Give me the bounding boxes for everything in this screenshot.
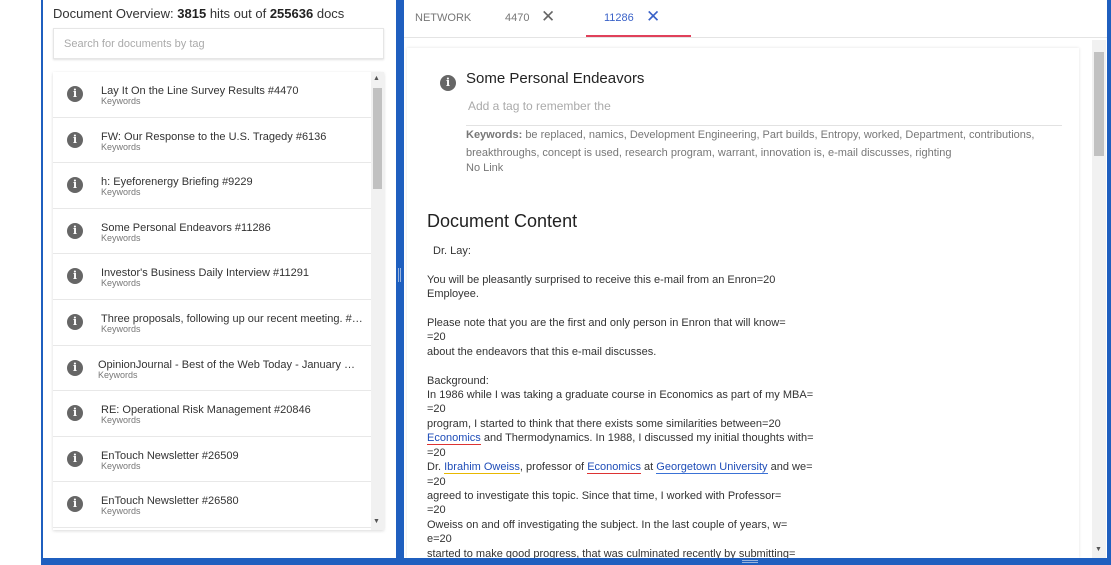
info-icon[interactable]: i (67, 222, 83, 239)
info-icon[interactable]: i (67, 405, 83, 422)
entity-link-economics[interactable]: Economics (587, 461, 641, 475)
document-detail-pane: NETWORK 4470 ✕ 11286 ✕ i Some Personal E… (404, 0, 1107, 558)
document-detail-card: i Some Personal Endeavors Keywords: be r… (407, 48, 1079, 558)
email-greeting: Dr. Lay: (433, 245, 471, 257)
tab-network[interactable]: NETWORK (415, 12, 471, 24)
document-keywords-label: Keywords (101, 96, 141, 106)
document-keywords-label: Keywords (101, 506, 141, 517)
info-icon[interactable]: i (67, 268, 83, 285)
entity-link-university[interactable]: Georgetown University (656, 461, 768, 475)
document-keywords-label: Keywords (101, 187, 141, 198)
document-title-heading: Some Personal Endeavors (466, 70, 645, 87)
info-icon[interactable]: i (67, 496, 83, 513)
document-list-item[interactable]: i RE: Operational Risk Management #20846… (53, 391, 371, 437)
document-content-heading: Document Content (427, 211, 578, 231)
email-paragraph: Background: In 1986 while I was taking a… (427, 374, 814, 430)
document-list-item[interactable]: i Lay It On the Line Survey Results #447… (53, 72, 371, 118)
add-tag-input[interactable] (468, 99, 613, 113)
document-keywords-label: Keywords (101, 323, 141, 334)
document-list-item[interactable]: i EnTouch Newsletter #26509 Keywords (53, 436, 371, 483)
document-list: i Lay It On the Line Survey Results #447… (53, 72, 384, 530)
keywords-list: be replaced, namics, Development Enginee… (466, 129, 1035, 159)
document-list-pane: Document Overview: 3815 hits out of 2556… (43, 0, 396, 558)
document-keywords-label: Keywords (98, 369, 138, 380)
tab-4470[interactable]: 4470 (505, 12, 529, 24)
info-icon[interactable]: i (67, 313, 83, 330)
keywords-label: Keywords: (466, 129, 523, 141)
hits-count: 3815 (177, 6, 207, 21)
document-list-item[interactable]: i FW: Our Response to the U.S. Tragedy #… (53, 117, 371, 164)
email-paragraph: Please note that you are the first and o… (427, 317, 786, 358)
info-icon[interactable]: i (67, 450, 83, 467)
tag-search-input[interactable] (54, 29, 383, 58)
close-tab-11286-icon[interactable]: ✕ (646, 8, 660, 25)
document-list-items: i Lay It On the Line Survey Results #447… (53, 72, 371, 528)
document-keywords: Keywords: be replaced, namics, Developme… (466, 126, 1066, 162)
document-body-text: Dr. Lay: You will be pleasantly surprise… (427, 245, 814, 558)
document-keywords-label: Keywords (101, 460, 141, 471)
scroll-down-arrow-icon[interactable]: ▼ (373, 518, 380, 525)
close-tab-4470-icon[interactable]: ✕ (541, 8, 555, 25)
document-list-item[interactable]: i Investor's Business Daily Interview #1… (53, 254, 371, 300)
splitter-grip-handle[interactable] (398, 268, 401, 282)
total-docs-count: 255636 (269, 6, 314, 21)
document-list-item[interactable]: i Some Personal Endeavors #11286 Keyword… (53, 208, 371, 255)
document-list-item[interactable]: i OpinionJournal - Best of the Web Today… (53, 345, 371, 392)
entity-link-person[interactable]: Ibrahim Oweiss (444, 461, 520, 475)
info-icon[interactable]: i (67, 177, 83, 194)
info-icon[interactable]: i (67, 131, 83, 148)
document-list-item[interactable]: i EnTouch Newsletter #26580 Keywords (53, 482, 371, 528)
document-keywords-label: Keywords (101, 141, 141, 152)
tab-11286[interactable]: 11286 (604, 12, 634, 24)
document-keywords-label: Keywords (101, 278, 141, 289)
info-icon[interactable]: i (440, 75, 456, 91)
tag-search-box (53, 28, 384, 59)
entity-link-economics[interactable]: Economics (427, 432, 481, 446)
document-keywords-label: Keywords (101, 232, 141, 243)
scroll-up-arrow-icon[interactable]: ▲ (373, 75, 380, 82)
document-overview-summary: Document Overview: 3815 hits out of 2556… (53, 6, 345, 21)
active-tab-indicator (586, 35, 691, 37)
scroll-down-arrow-icon[interactable]: ▼ (1095, 546, 1102, 553)
document-keywords-label: Keywords (101, 415, 141, 426)
document-list-item[interactable]: i h: Eyeforenergy Briefing #9229 Keyword… (53, 163, 371, 209)
document-detail-scroll-thumb[interactable] (1094, 52, 1104, 156)
info-icon[interactable]: i (67, 359, 83, 376)
email-paragraph: You will be pleasantly surprised to rece… (427, 273, 776, 301)
bottom-grip-handle[interactable] (742, 560, 758, 563)
document-list-scroll-thumb[interactable] (373, 88, 382, 189)
document-link-status: No Link (466, 162, 504, 174)
tab-bar: NETWORK 4470 ✕ 11286 ✕ (404, 0, 1107, 38)
document-list-item[interactable]: i Three proposals, following up our rece… (53, 299, 371, 346)
bottom-splitter[interactable] (41, 558, 1111, 565)
info-icon[interactable]: i (67, 86, 83, 102)
